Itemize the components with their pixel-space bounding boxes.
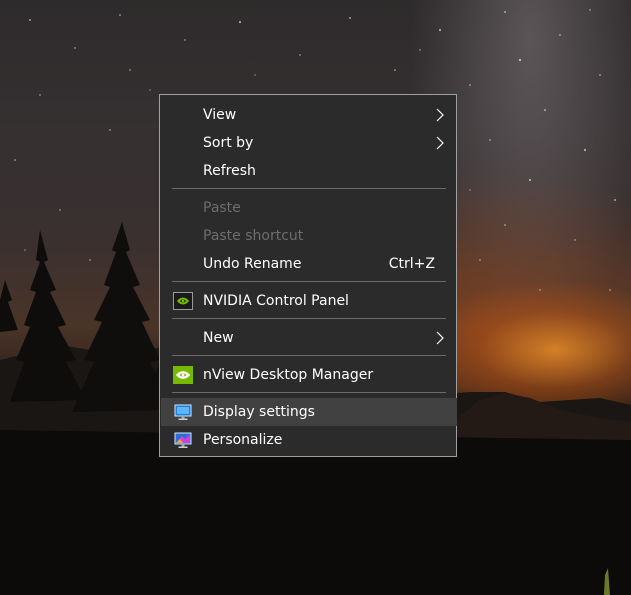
menu-item-paste-shortcut[interactable]: Paste shortcut bbox=[161, 222, 457, 250]
menu-item-label: New bbox=[203, 330, 234, 346]
nvidia-icon bbox=[173, 292, 193, 310]
menu-item-nview-desktop-manager[interactable]: nView Desktop Manager bbox=[161, 361, 457, 389]
menu-item-refresh[interactable]: Refresh bbox=[161, 157, 457, 185]
menu-item-label: Display settings bbox=[203, 404, 315, 420]
keyboard-shortcut: Ctrl+Z bbox=[388, 256, 435, 272]
menu-item-sort-by[interactable]: Sort by bbox=[161, 129, 457, 157]
chevron-right-icon bbox=[436, 136, 444, 150]
menu-item-display-settings[interactable]: Display settings bbox=[161, 398, 457, 426]
menu-item-label: nView Desktop Manager bbox=[203, 367, 374, 383]
personalize-icon bbox=[174, 432, 192, 448]
menu-item-personalize[interactable]: Personalize bbox=[161, 426, 457, 454]
menu-item-label: NVIDIA Control Panel bbox=[203, 293, 349, 309]
menu-separator bbox=[172, 355, 446, 356]
menu-separator bbox=[172, 188, 446, 189]
desktop-context-menu: View Sort by Refresh Paste Paste shortcu… bbox=[159, 94, 457, 457]
menu-item-new[interactable]: New bbox=[161, 324, 457, 352]
menu-item-label: Undo Rename bbox=[203, 256, 302, 272]
chevron-right-icon bbox=[436, 108, 444, 122]
menu-item-label: Sort by bbox=[203, 135, 254, 151]
display-settings-icon bbox=[174, 404, 192, 420]
chevron-right-icon bbox=[436, 331, 444, 345]
menu-item-undo-rename[interactable]: Undo Rename Ctrl+Z bbox=[161, 250, 457, 278]
menu-item-paste[interactable]: Paste bbox=[161, 194, 457, 222]
menu-item-view[interactable]: View bbox=[161, 101, 457, 129]
menu-item-label: View bbox=[203, 107, 237, 123]
menu-item-label: Refresh bbox=[203, 163, 256, 179]
menu-item-label: Personalize bbox=[203, 432, 283, 448]
menu-separator bbox=[172, 392, 446, 393]
menu-item-label: Paste shortcut bbox=[203, 228, 304, 244]
nview-icon bbox=[173, 366, 193, 384]
menu-separator bbox=[172, 318, 446, 319]
menu-separator bbox=[172, 281, 446, 282]
menu-item-label: Paste bbox=[203, 200, 241, 216]
menu-item-nvidia-control-panel[interactable]: NVIDIA Control Panel bbox=[161, 287, 457, 315]
